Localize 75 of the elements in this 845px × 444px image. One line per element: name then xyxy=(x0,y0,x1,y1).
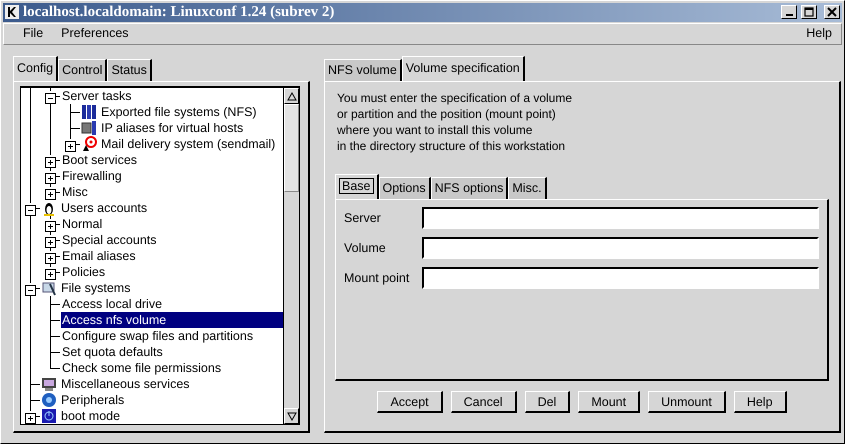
dialog-button[interactable]: Del xyxy=(524,391,570,413)
maximize-button[interactable] xyxy=(801,5,817,20)
menu-item[interactable]: Help xyxy=(797,26,841,42)
expander-icon[interactable] xyxy=(45,171,56,182)
minimize-button[interactable] xyxy=(781,5,797,20)
maximize-icon xyxy=(804,7,814,18)
expander-icon[interactable] xyxy=(25,283,36,294)
scroll-thumb[interactable] xyxy=(284,104,299,192)
tree-item[interactable]: Server tasks xyxy=(61,88,283,104)
tree-item[interactable]: Users accounts xyxy=(60,200,283,216)
scroll-up-button[interactable] xyxy=(284,88,299,104)
menu-item[interactable]: Preferences xyxy=(52,26,138,42)
close-icon xyxy=(827,7,837,18)
dialog-button[interactable]: Accept xyxy=(377,391,443,413)
field-label: Volume xyxy=(344,240,387,256)
minimize-icon xyxy=(786,14,792,16)
tree-item[interactable]: Boot services xyxy=(61,152,283,168)
dialog-button[interactable]: Help xyxy=(734,391,787,413)
tab[interactable]: Config xyxy=(13,56,58,81)
tree-item[interactable]: Set quota defaults xyxy=(61,344,283,360)
tree-item[interactable]: Check some file permissions xyxy=(61,360,283,376)
tree-item[interactable]: Access nfs volume xyxy=(61,312,283,328)
menu-item[interactable]: File xyxy=(14,26,52,42)
instructions-text: You must enter the specification of a volume or partition and the position (mount point) where you want to install this volume in the directory structure of this workstation xyxy=(336,90,574,154)
dialog-button[interactable]: Cancel xyxy=(450,391,517,413)
tree-item[interactable]: Peripherals xyxy=(60,392,283,408)
expander-icon[interactable] xyxy=(45,219,56,230)
expander-icon[interactable] xyxy=(25,203,36,214)
tab[interactable]: Volume specification xyxy=(402,56,525,81)
up-arrow-icon xyxy=(286,92,296,100)
expander-icon[interactable] xyxy=(65,139,76,150)
tree-item[interactable]: Policies xyxy=(61,264,283,280)
tab[interactable]: NFS options xyxy=(430,177,508,199)
expander-icon[interactable] xyxy=(25,411,36,422)
tree-item[interactable]: Access local drive xyxy=(61,296,283,312)
window-title: localhost.localdomain: Linuxconf 1.24 (subrev 2) xyxy=(23,3,334,22)
down-arrow-icon xyxy=(286,412,296,420)
tree-item[interactable]: Email aliases xyxy=(61,248,283,264)
tab[interactable]: NFS volume xyxy=(324,59,402,81)
tree-item[interactable]: Exported file systems (NFS) xyxy=(100,104,283,120)
tree-item[interactable]: File systems xyxy=(60,280,283,296)
tree-item[interactable]: Normal xyxy=(61,216,283,232)
input-field[interactable] xyxy=(422,207,819,229)
close-button[interactable] xyxy=(824,5,840,20)
expander-icon[interactable] xyxy=(45,187,56,198)
expander-icon[interactable] xyxy=(45,235,56,246)
monitor-icon xyxy=(41,376,57,392)
expander-icon[interactable] xyxy=(45,91,56,102)
input-field[interactable] xyxy=(422,267,819,289)
tree-item[interactable]: IP aliases for virtual hosts xyxy=(100,120,283,136)
tree-item[interactable]: Configure swap files and partitions xyxy=(61,328,283,344)
expander-icon[interactable] xyxy=(45,251,56,262)
tree-item[interactable]: Firewalling xyxy=(61,168,283,184)
tab[interactable]: Options xyxy=(378,177,431,199)
field-label: Mount point xyxy=(344,270,410,286)
tab[interactable]: Misc. xyxy=(508,177,547,199)
tree-item[interactable]: boot mode xyxy=(60,408,283,424)
tab[interactable]: Base xyxy=(335,174,378,199)
tree-item[interactable]: Mail delivery system (sendmail) xyxy=(100,136,283,152)
input-field[interactable] xyxy=(422,237,819,259)
app-logo-icon xyxy=(5,5,19,20)
dialog-button[interactable]: Mount xyxy=(578,391,640,413)
power-icon xyxy=(41,408,57,424)
dialog-button[interactable]: Unmount xyxy=(648,391,726,413)
computer-icon xyxy=(81,120,97,136)
scroll-down-button[interactable] xyxy=(284,408,299,424)
expander-icon[interactable] xyxy=(45,155,56,166)
tab[interactable]: Control xyxy=(58,59,108,81)
tree-item[interactable]: Misc xyxy=(61,184,283,200)
tree-item[interactable]: Special accounts xyxy=(61,232,283,248)
expander-icon[interactable] xyxy=(45,267,56,278)
tab[interactable]: Status xyxy=(107,59,152,81)
tree-item[interactable]: Miscellaneous services xyxy=(60,376,283,392)
server-icon xyxy=(81,104,97,120)
field-label: Server xyxy=(344,210,382,226)
